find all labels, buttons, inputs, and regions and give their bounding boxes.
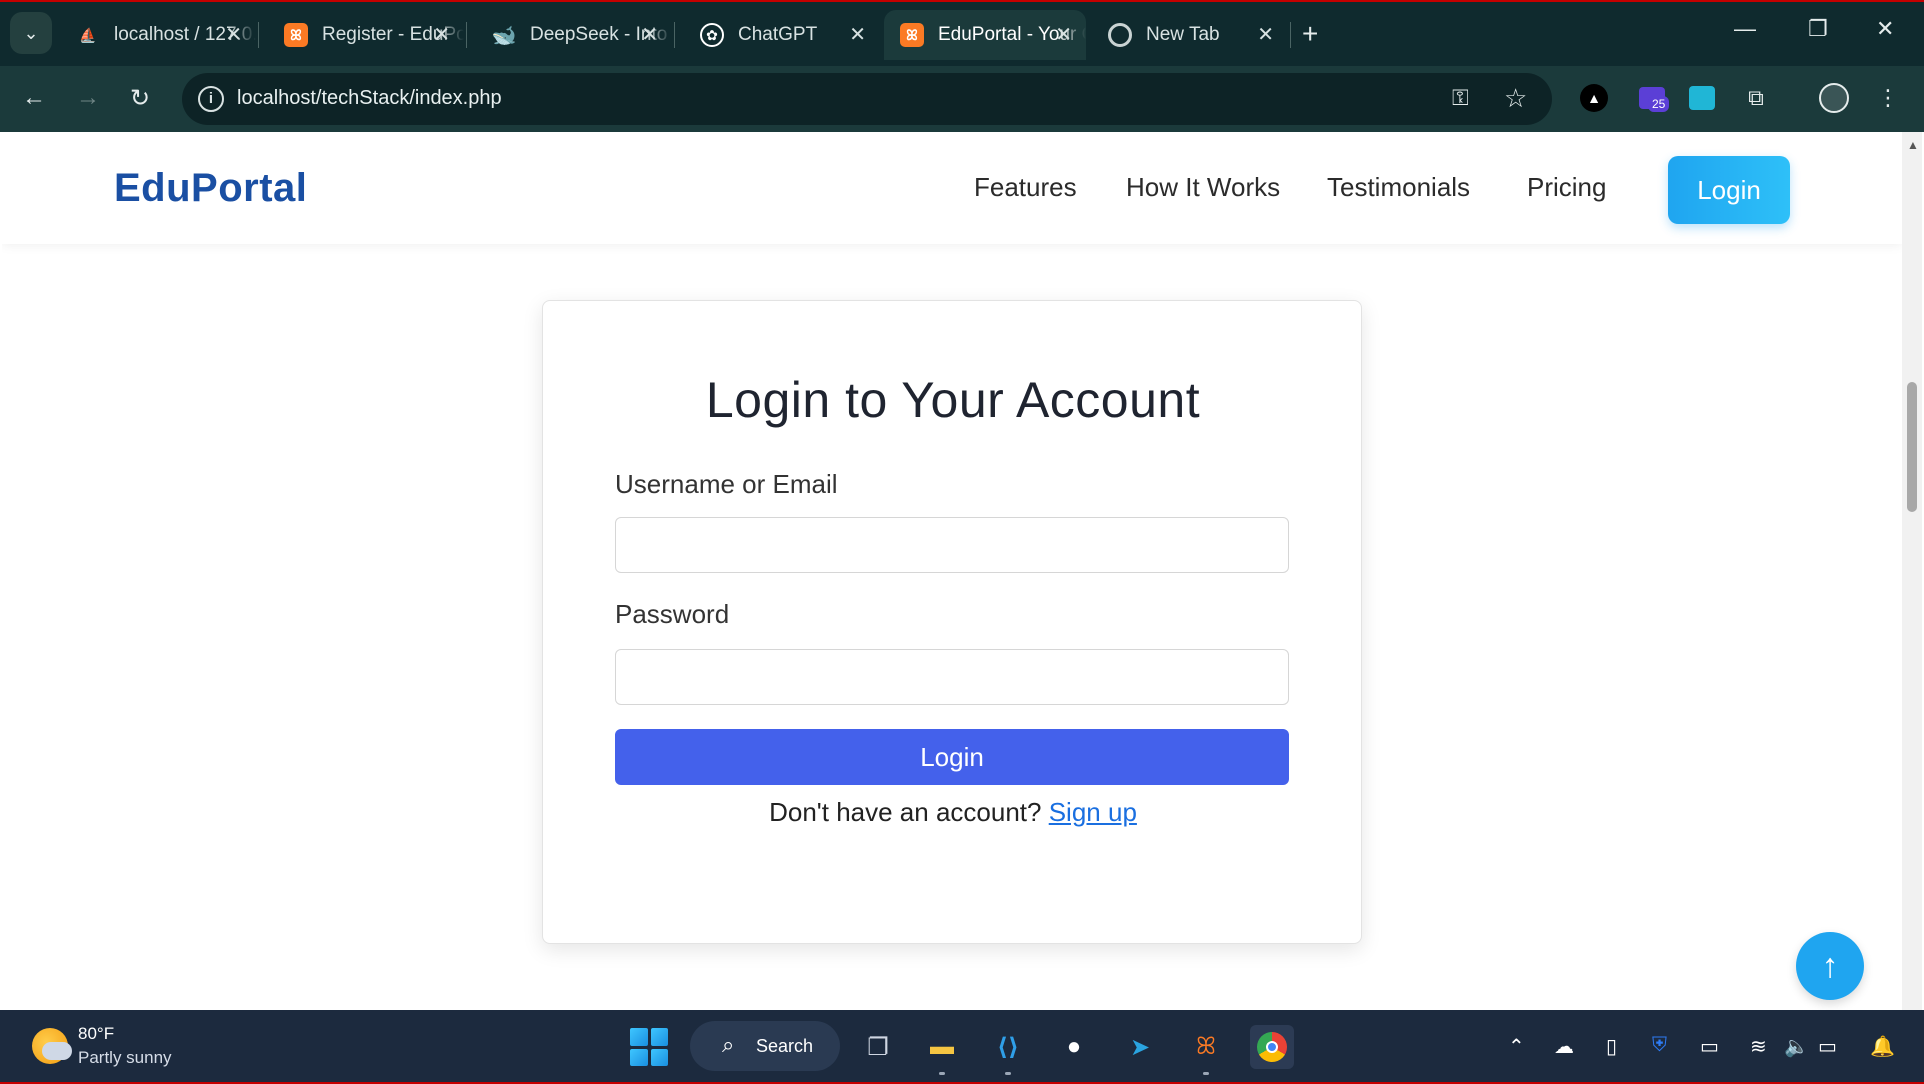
profile-avatar-icon[interactable] <box>1816 80 1852 116</box>
tab-eduportal[interactable]: ꕤ EduPortal - Your Gateway ✕ <box>884 10 1086 60</box>
close-icon[interactable]: ✕ <box>1257 22 1274 47</box>
weather-condition[interactable]: Partly sunny <box>78 1048 172 1068</box>
browser-menu-icon[interactable]: ⋮ <box>1870 80 1906 116</box>
extension-badge-count: 25 <box>1648 96 1670 112</box>
signup-link[interactable]: Sign up <box>1049 797 1137 827</box>
security-shield-icon[interactable]: ⛨ <box>1652 1034 1667 1057</box>
login-heading: Login to Your Account <box>705 372 1201 428</box>
tab-deepseek[interactable]: 🐋 DeepSeek - Into the Unknown ✕ <box>476 10 672 60</box>
close-icon[interactable]: ✕ <box>1055 22 1072 47</box>
deepseek-icon: 🐋 <box>491 24 517 47</box>
tab-register[interactable]: ꕤ Register - EduPortal ✕ <box>268 10 464 60</box>
password-input[interactable] <box>615 649 1289 705</box>
site-navbar: EduPortal Features How It Works Testimon… <box>2 132 1902 244</box>
forward-arrow-icon[interactable]: → <box>76 84 100 112</box>
vscode-icon[interactable]: ⟨⟩ <box>986 1025 1030 1075</box>
telegram-icon[interactable]: ➤ <box>1118 1025 1162 1069</box>
nav-link-how-it-works[interactable]: How It Works <box>1126 172 1280 203</box>
chrome-icon <box>1108 23 1132 47</box>
extension-badge-icon[interactable]: 25 <box>1634 80 1670 116</box>
signup-prompt-text: Don't have an account? <box>769 797 1042 827</box>
username-label: Username or Email <box>615 469 838 499</box>
usb-device-icon[interactable]: ▯ <box>1606 1034 1617 1059</box>
login-card: Login to Your Account Username or Email … <box>542 300 1362 944</box>
close-window-button[interactable]: ✕ <box>1876 16 1894 42</box>
weather-cloud-icon <box>42 1042 72 1060</box>
minimize-button[interactable]: — <box>1734 16 1756 42</box>
tab-phpmyadmin[interactable]: ⛵ localhost / 127.0.0.1 / ... ✕ <box>60 10 256 60</box>
tab-new-tab[interactable]: New Tab ✕ <box>1092 10 1288 60</box>
xampp-icon: ꕤ <box>900 23 924 47</box>
extensions-puzzle-icon[interactable]: ⧉ <box>1738 80 1774 116</box>
close-icon[interactable]: ✕ <box>225 22 242 47</box>
bookmark-star-icon[interactable]: ☆ <box>1504 83 1527 114</box>
nav-link-testimonials[interactable]: Testimonials <box>1327 172 1470 203</box>
windows-start-icon[interactable] <box>630 1028 668 1066</box>
scrollbar-thumb[interactable] <box>1907 382 1917 512</box>
password-key-icon[interactable]: ⚿ <box>1452 85 1469 111</box>
username-input[interactable] <box>615 517 1289 573</box>
taskbar-search[interactable]: ⌕ Search <box>690 1021 840 1071</box>
taskbar-search-label: Search <box>756 1035 814 1056</box>
onedrive-cloud-icon[interactable]: ☁ <box>1554 1034 1574 1059</box>
restore-button[interactable]: ❐ <box>1808 16 1828 42</box>
wifi-icon[interactable]: ≋ <box>1750 1034 1767 1059</box>
nav-link-features[interactable]: Features <box>974 172 1077 203</box>
tab-chatgpt[interactable]: ✿ ChatGPT ✕ <box>684 10 880 60</box>
notification-bell-icon[interactable]: 🔔 <box>1870 1034 1895 1059</box>
extension-triangle-icon[interactable]: ▲ <box>1576 80 1612 116</box>
back-arrow-icon[interactable]: ← <box>22 84 46 112</box>
tray-chevron-up-icon[interactable]: ⌃ <box>1508 1034 1525 1059</box>
display-icon[interactable]: ▭ <box>1700 1034 1719 1059</box>
file-explorer-icon[interactable]: ▬ <box>920 1025 964 1075</box>
scroll-up-icon[interactable]: ▲ <box>1907 138 1919 152</box>
login-submit-button[interactable]: Login <box>615 729 1289 785</box>
page-viewport: EduPortal Features How It Works Testimon… <box>2 132 1902 1010</box>
os-taskbar: 80°F Partly sunny ⌕ Search ❐ ▬ ⟨⟩ ● ➤ ꕤ … <box>0 1010 1924 1084</box>
chrome-taskbar-icon[interactable] <box>1250 1025 1294 1069</box>
browser-toolbar: ← → ↻ i localhost/techStack/index.php ⚿ … <box>0 66 1924 132</box>
close-icon[interactable]: ✕ <box>849 22 866 47</box>
close-icon[interactable]: ✕ <box>433 22 450 47</box>
chatgpt-icon: ✿ <box>700 23 724 47</box>
page-scrollbar[interactable]: ▲ <box>1902 132 1922 1010</box>
browser-tab-strip: ⌄ ⛵ localhost / 127.0.0.1 / ... ✕ ꕤ Regi… <box>0 0 1924 66</box>
arrow-up-icon: ↑ <box>1821 946 1839 985</box>
new-tab-button[interactable]: + <box>1302 18 1318 50</box>
task-view-icon[interactable]: ❐ <box>856 1025 900 1069</box>
signup-prompt: Don't have an account? Sign up <box>543 797 1363 828</box>
weather-temperature[interactable]: 80°F <box>78 1024 114 1044</box>
url-text[interactable]: localhost/techStack/index.php <box>237 87 502 110</box>
github-icon[interactable]: ● <box>1052 1025 1096 1069</box>
xampp-taskbar-icon[interactable]: ꕤ <box>1184 1025 1228 1075</box>
nav-link-pricing[interactable]: Pricing <box>1527 172 1606 203</box>
nav-login-button[interactable]: Login <box>1668 156 1790 224</box>
reload-icon[interactable]: ↻ <box>130 84 150 113</box>
address-bar[interactable]: i localhost/techStack/index.php ⚿ ☆ <box>182 73 1552 125</box>
search-icon: ⌕ <box>722 1032 735 1057</box>
volume-icon[interactable]: 🔈 <box>1784 1034 1809 1059</box>
password-label: Password <box>615 599 730 629</box>
scroll-to-top-button[interactable]: ↑ <box>1796 932 1864 1000</box>
xampp-icon: ꕤ <box>284 23 308 47</box>
tab-search-button[interactable]: ⌄ <box>10 12 52 54</box>
site-info-icon[interactable]: i <box>198 86 224 112</box>
extension-screen-icon[interactable] <box>1684 80 1720 116</box>
brand-logo[interactable]: EduPortal <box>114 166 307 211</box>
battery-icon[interactable]: ▭ <box>1818 1034 1837 1059</box>
close-icon[interactable]: ✕ <box>641 22 658 47</box>
phpmyadmin-icon: ⛵ <box>79 26 97 43</box>
